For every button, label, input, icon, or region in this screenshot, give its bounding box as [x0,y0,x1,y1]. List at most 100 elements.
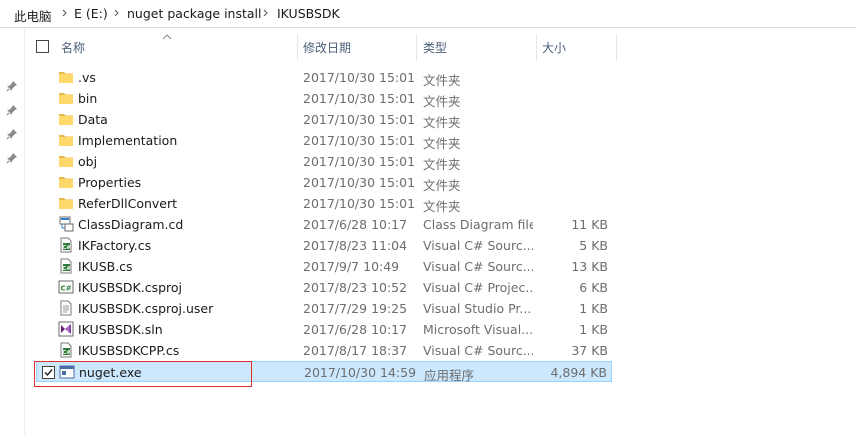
solution-icon [58,321,74,337]
file-size: 37 KB [571,343,608,358]
file-date: 2017/10/30 15:01 [303,154,416,169]
file-type: Microsoft Visual... [423,322,533,337]
csharp-project-icon: C# [58,279,74,295]
file-type: 文件夹 [423,136,461,151]
file-size: 5 KB [579,238,608,253]
file-row[interactable]: Properties 2017/10/30 15:01 文件夹 [36,172,612,193]
svg-text:C#: C# [60,285,71,293]
file-type: Visual C# Projec... [423,280,533,295]
file-row[interactable]: C# IKUSB.cs 2017/9/7 10:49 Visual C# Sourc.… [36,256,612,277]
file-date: 2017/10/30 15:01 [303,112,416,127]
breadcrumb-chevron-icon[interactable] [60,5,70,21]
user-file-icon [58,300,74,316]
file-name: .vs [78,70,96,85]
file-type: 文件夹 [423,157,461,172]
file-size: 11 KB [571,217,608,232]
breadcrumb-chevron-icon[interactable] [112,5,122,21]
file-name: IKUSBSDK.csproj.user [78,301,214,316]
pin-icon[interactable] [6,128,18,140]
breadcrumb-item-this-pc[interactable]: 此电脑 [14,6,52,25]
file-row[interactable]: C# IKUSBSDKCPP.cs 2017/8/17 18:37 Visual C#… [36,340,612,361]
file-row[interactable]: bin 2017/10/30 15:01 文件夹 [36,88,612,109]
file-size: 13 KB [571,259,608,274]
file-date: 2017/6/28 10:17 [303,322,408,337]
pin-icon[interactable] [6,152,18,164]
class-diagram-icon [58,216,74,232]
folder-icon [58,111,74,127]
file-date: 2017/10/30 15:01 [303,91,416,106]
file-type: Visual C# Sourc... [423,259,533,274]
column-header-type[interactable]: 类型 [423,30,533,64]
pin-icon[interactable] [6,80,18,92]
file-date: 2017/7/29 19:25 [303,301,408,316]
file-date: 2017/9/7 10:49 [303,259,400,274]
file-type: 文件夹 [423,178,461,193]
column-divider[interactable] [416,34,417,60]
row-checkbox[interactable] [42,366,55,379]
file-name: IKUSBSDK.csproj [78,280,183,295]
file-type: 文件夹 [423,73,461,88]
folder-icon [58,69,74,85]
file-name: IKFactory.cs [78,238,152,253]
file-type: Visual Studio Pr... [423,301,532,316]
breadcrumb-item-drive[interactable]: E (E:) [74,6,108,21]
address-bar[interactable]: 此电脑 E (E:) nuget package install IKUSBSD… [0,0,856,28]
svg-text:C#: C# [62,266,71,272]
breadcrumb-chevron-icon[interactable] [261,5,271,21]
file-row[interactable]: nuget.exe 2017/10/30 14:59 应用程序 4,894 KB [36,361,612,383]
file-date: 2017/8/23 10:52 [303,280,408,295]
csharp-source-icon: C# [58,342,74,358]
file-name: bin [78,91,98,106]
file-row[interactable]: Data 2017/10/30 15:01 文件夹 [36,109,612,130]
file-date: 2017/10/30 15:01 [303,70,416,85]
file-date: 2017/8/23 11:04 [303,238,408,253]
column-header-size[interactable]: 大小 [542,30,612,64]
navigation-pane [0,28,25,435]
column-divider[interactable] [536,34,537,60]
csharp-source-icon: C# [58,258,74,274]
file-size: 4,894 KB [550,365,607,380]
file-row[interactable]: Implementation 2017/10/30 15:01 文件夹 [36,130,612,151]
file-type: Class Diagram file [423,217,533,232]
folder-icon [58,153,74,169]
breadcrumb-item-current[interactable]: IKUSBSDK [277,6,340,21]
breadcrumb-item-folder[interactable]: nuget package install [127,6,262,21]
file-date: 2017/10/30 15:01 [303,133,416,148]
folder-icon [58,195,74,211]
file-type: 应用程序 [424,368,475,383]
folder-icon [58,132,74,148]
file-row[interactable]: obj 2017/10/30 15:01 文件夹 [36,151,612,172]
column-divider[interactable] [616,34,617,60]
file-row[interactable]: ReferDllConvert 2017/10/30 15:01 文件夹 [36,193,612,214]
file-row[interactable]: C# IKUSBSDK.csproj 2017/8/23 10:52 Visual C… [36,277,612,298]
column-header-name[interactable]: 名称 [61,30,297,64]
file-row[interactable]: IKUSBSDK.sln 2017/6/28 10:17 Microsoft Vis… [36,319,612,340]
file-row[interactable]: ClassDiagram.cd 2017/6/28 10:17 Class Diag… [36,214,612,235]
csharp-source-icon: C# [58,237,74,253]
file-name: IKUSB.cs [78,259,133,274]
pin-icon[interactable] [6,104,18,116]
file-type: 文件夹 [423,199,461,214]
file-row[interactable]: C# IKFactory.cs 2017/8/23 11:04 Visual C# S… [36,235,612,256]
file-name: Data [78,112,108,127]
file-date: 2017/10/30 14:59 [304,365,417,380]
file-date: 2017/8/17 18:37 [303,343,408,358]
file-type: Visual C# Sourc... [423,343,533,358]
file-row[interactable]: .vs 2017/10/30 15:01 文件夹 [36,67,612,88]
file-type: 文件夹 [423,115,461,130]
column-divider[interactable] [297,34,298,60]
file-name: Implementation [78,133,178,148]
file-name: ReferDllConvert [78,196,178,211]
file-name: nuget.exe [79,365,142,380]
file-type: 文件夹 [423,94,461,109]
svg-text:C#: C# [62,350,71,356]
file-name: IKUSBSDKCPP.cs [78,343,180,358]
file-date: 2017/10/30 15:01 [303,175,416,190]
file-row[interactable]: IKUSBSDK.csproj.user 2017/7/29 19:25 Visua… [36,298,612,319]
file-size: 1 KB [579,301,608,316]
column-header-date[interactable]: 修改日期 [303,30,415,64]
file-name: IKUSBSDK.sln [78,322,163,337]
file-size: 1 KB [579,322,608,337]
select-all-checkbox[interactable] [36,40,49,53]
file-date: 2017/10/30 15:01 [303,196,416,211]
